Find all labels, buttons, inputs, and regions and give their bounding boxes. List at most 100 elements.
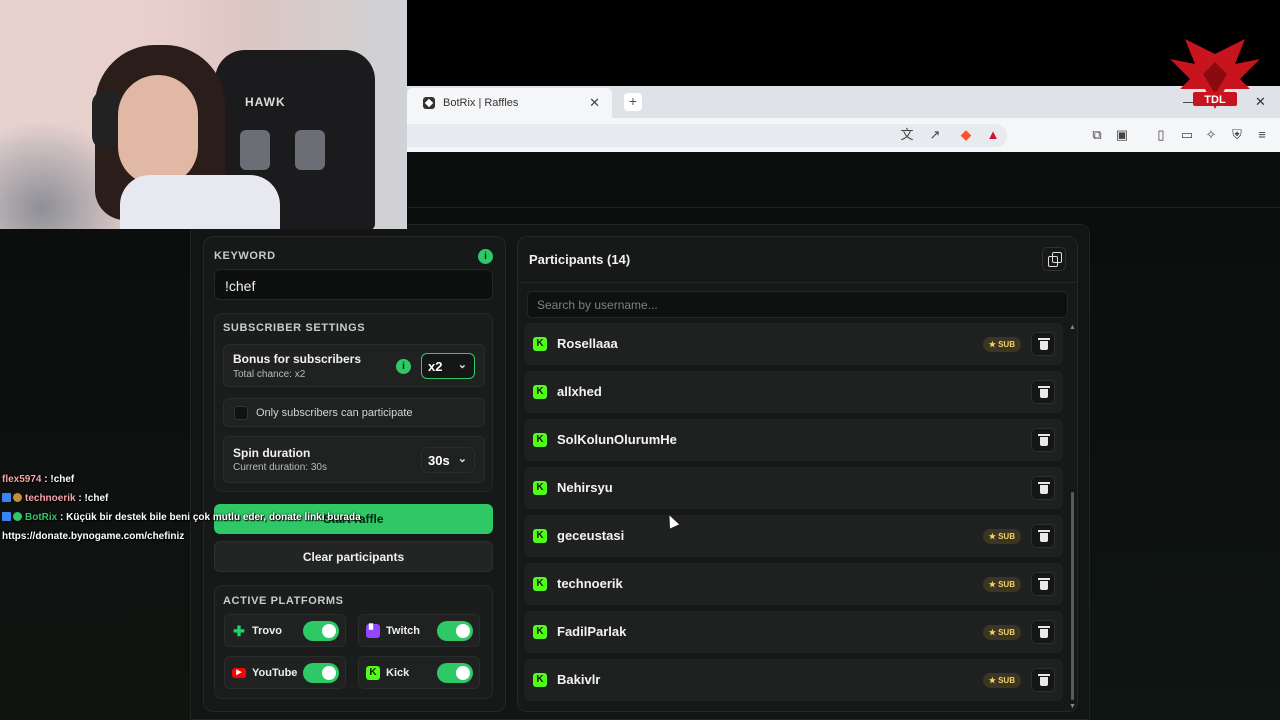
spin-duration-select[interactable]: 30s ⌄ (421, 447, 475, 473)
streamer-shirt (120, 175, 280, 229)
brave-rewards-icon[interactable]: ▲ (985, 127, 1001, 143)
platform-twitch: ▘ Twitch (358, 614, 480, 647)
kick-toggle[interactable] (437, 663, 473, 683)
delete-icon[interactable] (1031, 476, 1055, 500)
participants-divider (518, 282, 1077, 283)
participant-row: K SolKolunOlurumHe (524, 419, 1063, 461)
delete-icon[interactable] (1031, 380, 1055, 404)
vpn-icon[interactable]: ⛨ (1229, 127, 1245, 143)
active-platforms-label: ACTIVE PLATFORMS (223, 595, 344, 607)
participant-name: allxhed (557, 384, 602, 399)
chevron-down-icon: ⌄ (457, 359, 467, 371)
platform-trovo: ✚ Trovo (224, 614, 346, 647)
leo-ai-icon[interactable]: ✧ (1203, 127, 1219, 143)
participant-row: K technoerik ★ SUB (524, 563, 1063, 605)
participant-name: Nehirsyu (557, 480, 613, 495)
participant-row: K allxhed (524, 371, 1063, 413)
participant-name: SolKolunOlurumHe (557, 432, 677, 447)
kick-icon: K (366, 666, 380, 680)
participant-row: K geceustasi ★ SUB (524, 515, 1063, 557)
chat-username: BotRix (25, 512, 58, 523)
screen: HAWK TDL BotRix | Raffles ✕ + — ✕ 文 ↗ ◆ … (0, 0, 1280, 720)
browser-tab[interactable]: BotRix | Raffles ✕ (407, 88, 612, 118)
channel-logo-icon: TDL (1170, 39, 1260, 109)
kick-icon: K (533, 385, 547, 399)
kick-icon: K (533, 433, 547, 447)
bot-badge-icon (13, 512, 22, 521)
user-badge-icon (13, 493, 22, 502)
wallet-icon[interactable]: ▭ (1179, 127, 1195, 143)
bonus-title: Bonus for subscribers (233, 352, 362, 366)
botrix-favicon-icon (423, 97, 435, 109)
sub-badge: ★ SUB (982, 529, 1021, 544)
kick-icon: K (533, 529, 547, 543)
scroll-up-icon[interactable]: ▲ (1069, 324, 1076, 331)
chat-message: BotRix : Küçük bir destek bile beni çok … (2, 508, 402, 527)
delete-icon[interactable] (1031, 572, 1055, 596)
keyword-input[interactable]: !chef (214, 269, 493, 300)
chat-link: https://donate.bynogame.com/chefiniz (2, 531, 185, 542)
menu-icon[interactable]: ≡ (1254, 127, 1270, 143)
sidebar-icon[interactable]: ▯ (1153, 127, 1169, 143)
participant-row: K Rosellaaa ★ SUB (524, 323, 1063, 365)
keyword-info-icon[interactable]: i (478, 249, 493, 264)
chat-text: : Küçük bir destek bile beni çok mutlu e… (57, 512, 361, 523)
participant-name: Bakivlr (557, 672, 601, 687)
extensions-icon[interactable]: ⧉ (1089, 127, 1105, 143)
sub-badge: ★ SUB (982, 625, 1021, 640)
twitch-toggle[interactable] (437, 621, 473, 641)
kick-icon: K (533, 337, 547, 351)
new-tab-button[interactable]: + (624, 93, 642, 111)
delete-icon[interactable] (1031, 620, 1055, 644)
chair-logo: HAWK (245, 95, 286, 109)
webcam-overlay: HAWK (0, 0, 407, 229)
participant-name: geceustasi (557, 528, 625, 543)
brave-shields-icon[interactable]: ◆ (958, 127, 974, 143)
only-subscribers-row[interactable]: Only subscribers can participate (223, 398, 485, 427)
browser-tab-bar: BotRix | Raffles ✕ + — ✕ (407, 86, 1280, 118)
chevron-down-icon: ⌄ (457, 453, 467, 465)
participant-row: K Bakivlr ★ SUB (524, 659, 1063, 701)
copy-icon[interactable] (1042, 247, 1066, 271)
trovo-toggle[interactable] (303, 621, 339, 641)
delete-icon[interactable] (1031, 668, 1055, 692)
participant-name: FadilParlak (557, 624, 627, 639)
platform-name: Trovo (252, 625, 282, 637)
scrollbar-thumb[interactable] (1071, 492, 1074, 700)
address-bar[interactable] (407, 124, 1007, 147)
chat-username: flex5974 (2, 474, 42, 485)
spin-select-value: 30s (428, 453, 450, 468)
chat-text: : !chef (75, 493, 109, 504)
bonus-subtitle: Total chance: x2 (233, 369, 306, 380)
chat-message: technoerik : !chef (2, 489, 402, 508)
twitch-icon: ▘ (366, 624, 380, 638)
only-subscribers-checkbox[interactable] (234, 406, 248, 420)
delete-icon[interactable] (1031, 524, 1055, 548)
search-input[interactable]: Search by username... (527, 291, 1068, 318)
delete-icon[interactable] (1031, 428, 1055, 452)
screenshot-icon[interactable]: ▣ (1114, 127, 1130, 143)
translate-icon[interactable]: 文 (899, 127, 915, 143)
bonus-info-icon[interactable]: i (396, 359, 411, 374)
chair-cutout (295, 130, 325, 170)
participants-title: Participants (14) (529, 252, 631, 267)
platform-name: YouTube (252, 667, 298, 679)
participant-row: K Nehirsyu (524, 467, 1063, 509)
delete-icon[interactable] (1031, 332, 1055, 356)
chat-message: flex5974 : !chef (2, 470, 402, 489)
spin-title: Spin duration (233, 446, 311, 460)
chat-overlay: flex5974 : !chef technoerik : !chef BotR… (2, 470, 402, 546)
sub-badge: ★ SUB (982, 577, 1021, 592)
bonus-select-value: x2 (428, 359, 443, 374)
platform-kick: K Kick (358, 656, 480, 689)
trovo-icon: ✚ (233, 623, 245, 639)
kick-icon: K (533, 577, 547, 591)
tab-close-icon[interactable]: ✕ (589, 95, 600, 111)
share-icon[interactable]: ↗ (927, 127, 943, 143)
youtube-toggle[interactable] (303, 663, 339, 683)
scroll-down-icon[interactable]: ▼ (1069, 703, 1076, 710)
keyword-label: KEYWORD (214, 250, 276, 262)
sub-badge: ★ SUB (982, 673, 1021, 688)
tab-title: BotRix | Raffles (443, 97, 519, 109)
bonus-select[interactable]: x2 ⌄ (421, 353, 475, 379)
